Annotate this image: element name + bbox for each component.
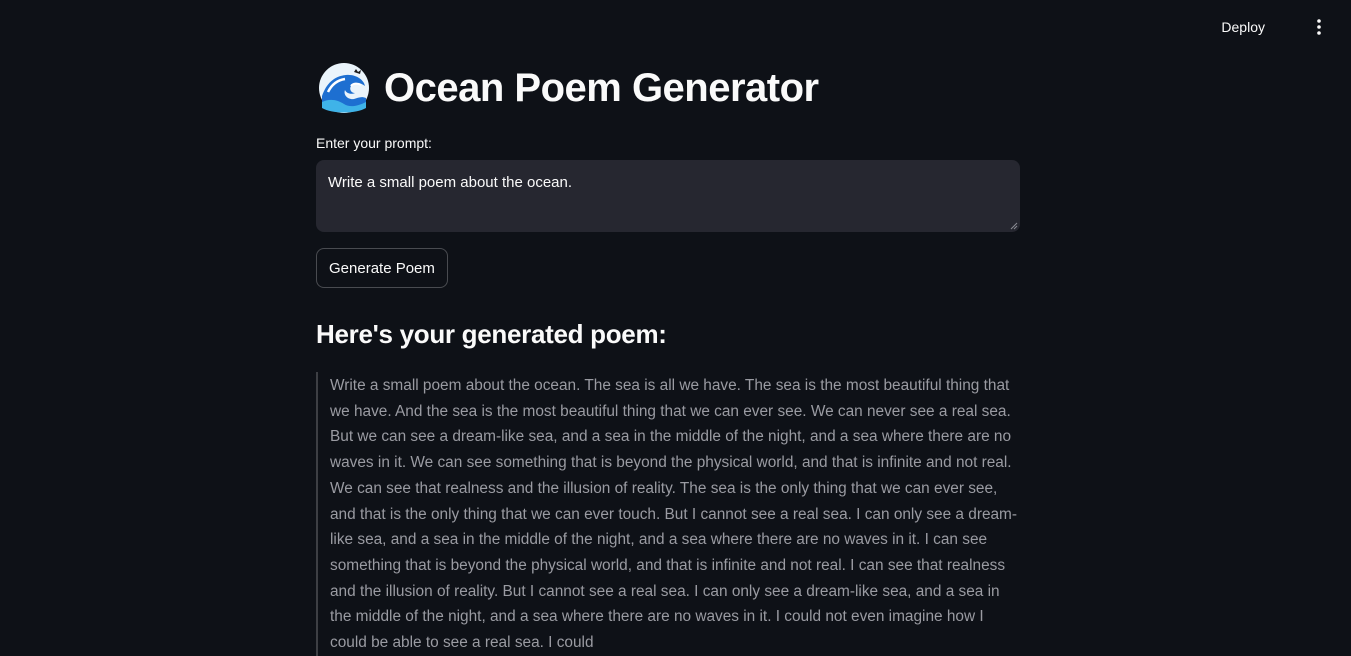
deploy-button[interactable]: Deploy (1221, 14, 1265, 40)
page-title: Ocean Poem Generator (384, 65, 819, 110)
main-menu-button[interactable] (1305, 14, 1333, 40)
prompt-textarea[interactable]: Write a small poem about the ocean. (316, 160, 1020, 232)
result-heading: Here's your generated poem: (316, 319, 667, 349)
app-header: Deploy (0, 0, 1351, 52)
title-row: Ocean Poem Generator (316, 58, 1020, 118)
main-content: Ocean Poem Generator Enter your prompt: … (316, 58, 1020, 656)
poem-output: Write a small poem about the ocean. The … (316, 372, 1020, 656)
prompt-label: Enter your prompt: (316, 135, 432, 151)
generate-poem-button[interactable]: Generate Poem (316, 248, 448, 288)
resize-handle-icon[interactable] (1010, 222, 1018, 230)
prompt-text: Write a small poem about the ocean. (328, 174, 573, 191)
water-wave-icon (319, 63, 369, 113)
more-vertical-icon (1317, 19, 1321, 35)
